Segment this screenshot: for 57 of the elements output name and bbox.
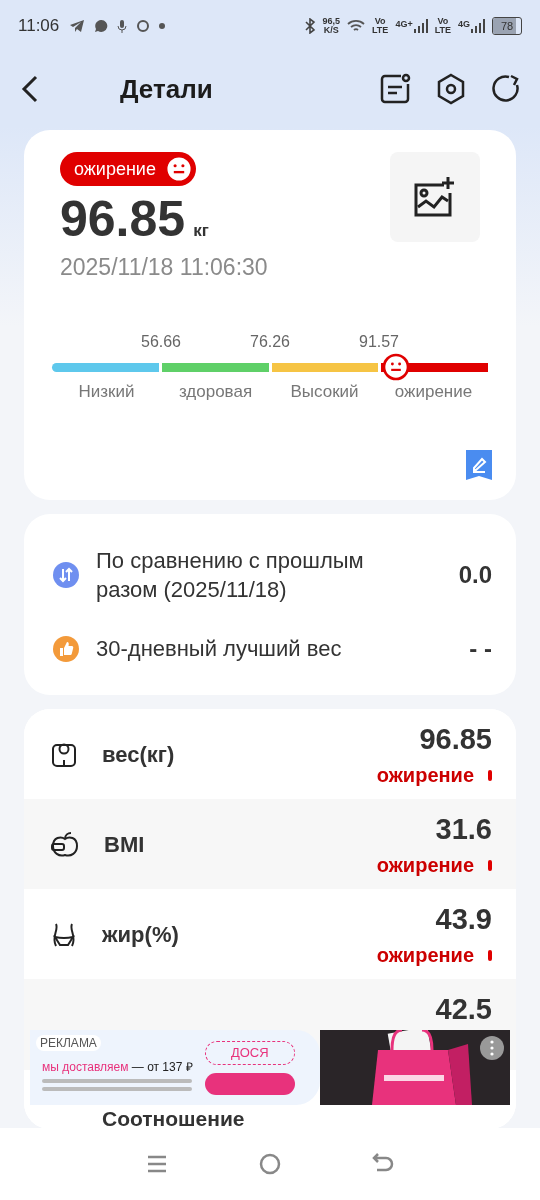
status-time: 11:06: [18, 16, 60, 36]
comparison-label: По сравнению с прошлым разом (2025/11/18): [96, 547, 365, 604]
bluetooth-icon: [303, 18, 316, 34]
ad-label: РЕКЛАМА: [36, 1035, 101, 1051]
volte-label: Vo: [437, 17, 449, 26]
edit-icon[interactable]: [466, 450, 492, 480]
metric-status: ожирение: [376, 944, 474, 967]
dot-icon: [159, 23, 166, 29]
status-badge: ожирение: [60, 152, 196, 186]
weight-unit: кг: [193, 221, 209, 241]
metric-value: 42.5: [435, 993, 492, 1026]
metric-value: 96.85: [419, 723, 492, 756]
signal-icon: [413, 19, 428, 33]
battery-indicator: 78: [492, 17, 522, 35]
scale-label: Низкий: [77, 382, 136, 402]
speed-unit: K/S: [323, 26, 339, 35]
scale-tick: 76.26: [250, 333, 290, 351]
apple-icon: [50, 830, 80, 860]
comparison-value: 0.0: [458, 561, 492, 589]
network-type: 4G+: [395, 19, 413, 29]
ad-button[interactable]: [204, 1072, 295, 1095]
compare-icon: [52, 561, 80, 589]
weight-value: 96.85: [60, 190, 186, 248]
network-speed: 96,5: [322, 17, 341, 26]
signal-icon: [471, 19, 485, 33]
scale-label: здоровая: [177, 382, 254, 402]
metric-label: BMI: [104, 832, 146, 858]
measurement-time: 2025/11/18 11:06:30: [60, 254, 268, 281]
chat-icon: [94, 19, 109, 33]
scale-label: Высокий: [289, 382, 360, 402]
wifi-icon: [347, 19, 366, 33]
comparison-value: - -: [469, 634, 492, 663]
metric-value: 43.9: [435, 903, 492, 936]
add-image-button[interactable]: [390, 152, 480, 242]
more-icon[interactable]: [480, 1036, 504, 1060]
microphone-icon: [117, 18, 128, 34]
metric-status: ожирение: [376, 764, 474, 787]
thumbs-up-icon: [52, 634, 80, 663]
metric-label: вес(кг): [102, 742, 176, 768]
scale-tick: 56.66: [141, 333, 181, 351]
alert-icon: [488, 860, 492, 871]
scale-icon: [50, 741, 78, 769]
volte-label: Vo: [374, 17, 386, 26]
metric-label: жир(%): [102, 922, 180, 948]
lte-label: LTE: [434, 26, 451, 35]
metric-value: 31.6: [435, 813, 492, 846]
add-image-icon: [414, 177, 456, 217]
alert-icon: [488, 950, 492, 961]
alert-icon: [488, 770, 492, 781]
comparison-label: 30-дневный лучший вес: [96, 635, 343, 663]
network-type: 4G: [458, 19, 470, 29]
notes-icon[interactable]: [378, 72, 412, 106]
scale-tick: 91.57: [359, 333, 399, 351]
lte-label: LTE: [372, 26, 389, 35]
page-title: Детали: [120, 73, 213, 105]
scale-label: ожирение: [393, 382, 474, 402]
metric-status: ожирение: [376, 854, 474, 877]
